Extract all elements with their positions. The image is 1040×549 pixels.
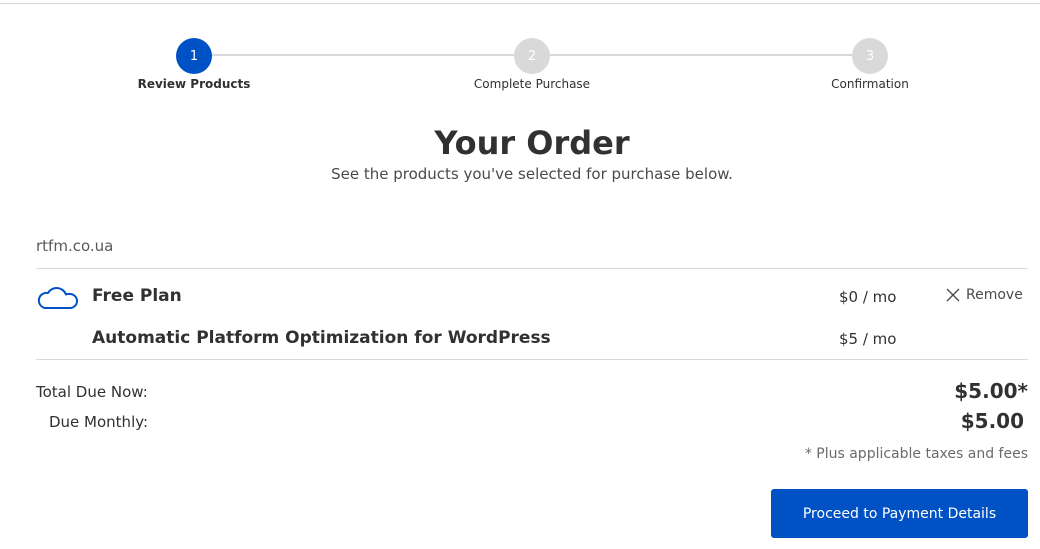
step-label: Review Products [137, 77, 251, 91]
page-title: Your Order [434, 124, 630, 162]
total-due-now-label: Total Due Now: [36, 383, 148, 401]
step-review-products: 1 Review Products [94, 38, 294, 91]
total-due-now-amount: $5.00* [954, 379, 1028, 403]
order-item-apo: Automatic Platform Optimization for Word… [36, 324, 1028, 354]
close-icon [946, 288, 960, 302]
step-label: Confirmation [831, 77, 909, 91]
tax-note: * Plus applicable taxes and fees [804, 446, 1028, 462]
total-due-now-row: Total Due Now: $5.00* [36, 379, 1028, 405]
step-confirmation: 3 Confirmation [770, 38, 970, 91]
step-number: 2 [514, 38, 550, 74]
due-monthly-label: Due Monthly: [49, 413, 149, 431]
divider [36, 268, 1028, 269]
domain-name: rtfm.co.ua [36, 237, 114, 255]
item-name: Automatic Platform Optimization for Word… [92, 328, 551, 348]
remove-label: Remove [966, 287, 1023, 303]
order-item-free-plan: Free Plan $0 / mo Remove [36, 282, 1028, 312]
cloud-icon [37, 287, 78, 309]
proceed-to-payment-button[interactable]: Proceed to Payment Details [771, 489, 1028, 538]
step-number: 3 [852, 38, 888, 74]
step-complete-purchase: 2 Complete Purchase [432, 38, 632, 91]
item-price: $0 / mo [839, 288, 897, 306]
checkout-stepper: 1 Review Products 2 Complete Purchase 3 … [0, 0, 1040, 100]
step-label: Complete Purchase [473, 77, 591, 91]
item-price: $5 / mo [839, 330, 897, 348]
item-name: Free Plan [92, 286, 182, 306]
step-number: 1 [176, 38, 212, 74]
remove-button[interactable]: Remove [946, 287, 1023, 303]
order-header: Your Order See the products you've selec… [0, 122, 1040, 184]
page-subtitle: See the products you've selected for pur… [331, 165, 733, 183]
due-monthly-row: Due Monthly: $5.00 [36, 409, 1028, 435]
divider [36, 359, 1028, 360]
due-monthly-amount: $5.00 [960, 409, 1024, 433]
